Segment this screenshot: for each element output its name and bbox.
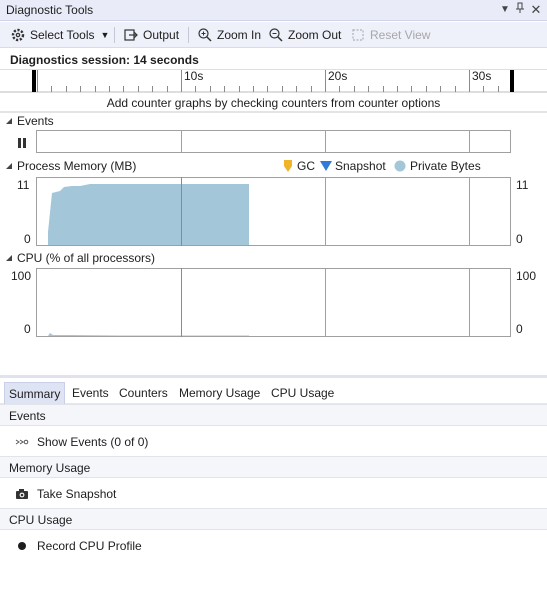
memory-y-min-left: 0 [24, 232, 31, 246]
toolbar-separator [188, 27, 189, 43]
events-summary-header: Events [0, 404, 547, 426]
timeline-end-marker[interactable] [510, 70, 514, 92]
events-title: Events [17, 114, 54, 128]
tick-label: 10s [184, 69, 203, 83]
window-title: Diagnostic Tools [6, 3, 94, 17]
chevron-down-icon: ▼ [100, 30, 110, 40]
legend-gc: GC [283, 159, 315, 173]
cpu-y-min-left: 0 [24, 322, 31, 336]
timeline-ruler[interactable]: 10s 20s 30s [0, 69, 547, 93]
tick-label: 20s [328, 69, 347, 83]
toolbar: Select Tools ▼ Output Zoom In Zoom Out R… [0, 22, 547, 48]
tab-events[interactable]: Events [68, 382, 113, 404]
tab-strip: Summary Events Counters Memory Usage CPU… [0, 382, 547, 404]
cpu-area [48, 333, 249, 336]
tick-label: 30s [472, 69, 491, 83]
zoom-out-label: Zoom Out [288, 28, 342, 42]
timeline-start-marker[interactable] [32, 70, 36, 92]
cpu-y-max-left: 100 [11, 269, 32, 283]
memory-graph-frame [36, 177, 511, 246]
select-tools-button[interactable]: Select Tools ▼ [10, 26, 109, 44]
collapse-icon [6, 255, 12, 261]
reset-view-icon [352, 29, 364, 41]
zoom-out-button[interactable]: Zoom Out [268, 26, 341, 44]
events-icon [15, 439, 29, 445]
memory-y-max-right: 11 [516, 178, 529, 192]
select-tools-label: Select Tools [30, 28, 95, 42]
zoom-out-icon [269, 28, 283, 42]
gc-marker-icon [284, 160, 292, 172]
tab-memory-usage[interactable]: Memory Usage [175, 382, 264, 404]
memory-y-min-right: 0 [516, 232, 523, 246]
title-bar: Diagnostic Tools ▼ ✕ [0, 0, 547, 21]
snapshot-marker-icon [320, 160, 332, 171]
memory-section-header[interactable]: Process Memory (MB) [6, 159, 136, 173]
record-cpu-profile-link[interactable]: Record CPU Profile [15, 539, 142, 553]
private-bytes-marker-icon [394, 160, 406, 172]
tab-cpu-usage[interactable]: CPU Usage [267, 382, 338, 404]
camera-icon [16, 489, 28, 499]
events-section-header[interactable]: Events [6, 114, 54, 128]
output-icon [124, 29, 138, 41]
reset-view-button[interactable]: Reset View [350, 26, 430, 44]
show-events-link[interactable]: Show Events (0 of 0) [15, 435, 148, 449]
cpu-summary-header: CPU Usage [0, 508, 547, 530]
memory-y-max-left: 11 [17, 178, 30, 192]
tab-counters[interactable]: Counters [115, 382, 172, 404]
pause-icon[interactable] [18, 138, 26, 148]
pin-icon[interactable] [513, 2, 527, 18]
record-icon [18, 542, 26, 550]
take-snapshot-link[interactable]: Take Snapshot [15, 487, 116, 501]
events-track [36, 130, 511, 153]
timeline-ticks [37, 70, 499, 92]
reset-view-label: Reset View [370, 28, 431, 42]
cpu-y-min-right: 0 [516, 322, 523, 336]
counter-hint: Add counter graphs by checking counters … [106, 96, 441, 110]
zoom-in-icon [198, 28, 212, 42]
collapse-icon [6, 118, 12, 124]
summary-panel: Summary Events Counters Memory Usage CPU… [0, 375, 547, 612]
zoom-in-label: Zoom In [217, 28, 262, 42]
cpu-y-max-right: 100 [516, 269, 537, 283]
legend-private-bytes: Private Bytes [394, 159, 481, 173]
close-icon[interactable]: ✕ [529, 2, 543, 18]
output-button[interactable]: Output [123, 26, 179, 44]
cpu-section-header[interactable]: CPU (% of all processors) [6, 251, 155, 265]
cpu-graph-frame [36, 268, 511, 337]
cpu-title: CPU (% of all processors) [17, 251, 156, 265]
collapse-icon [6, 163, 12, 169]
output-label: Output [143, 28, 180, 42]
toolbar-separator [114, 27, 115, 43]
session-label: Diagnostics session: 14 seconds [10, 53, 199, 67]
gear-icon [11, 28, 25, 42]
chevron-down-icon[interactable]: ▼ [498, 2, 512, 18]
private-bytes-area [48, 184, 249, 245]
zoom-in-button[interactable]: Zoom In [197, 26, 261, 44]
memory-title: Process Memory (MB) [17, 159, 137, 173]
memory-summary-header: Memory Usage [0, 456, 547, 478]
tab-summary[interactable]: Summary [4, 382, 66, 404]
legend-snapshot: Snapshot [320, 159, 386, 173]
